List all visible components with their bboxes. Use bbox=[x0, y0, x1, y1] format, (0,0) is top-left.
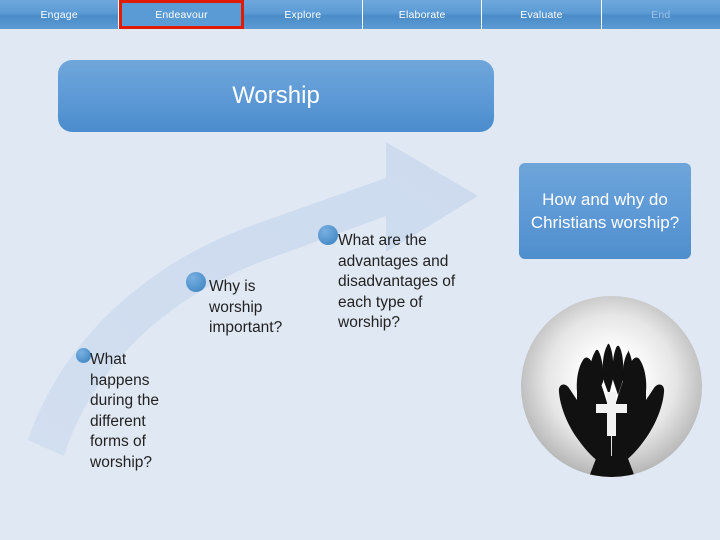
nav-tab-label: End bbox=[651, 8, 671, 21]
question-box-text: How and why do Christians worship? bbox=[530, 190, 680, 232]
praying-hands-image bbox=[521, 296, 702, 477]
bullet-dot bbox=[318, 225, 338, 245]
nav-tab-label: Explore bbox=[284, 8, 322, 21]
nav-tab-label: Engage bbox=[40, 8, 78, 21]
nav-tab-explore[interactable]: Explore bbox=[243, 0, 363, 29]
bullet-dot bbox=[76, 348, 91, 363]
nav-tab-label: Elaborate bbox=[398, 8, 446, 21]
nav-tab-label: Evaluate bbox=[520, 8, 563, 21]
bullet-text-3: What are the advantages and disadvantage… bbox=[338, 232, 456, 331]
navigation-bar: Engage Endeavour Explore Elaborate Evalu… bbox=[0, 0, 720, 29]
bullet-text-1: What happens during the different forms … bbox=[90, 351, 159, 471]
slide-title-banner: Worship bbox=[58, 60, 494, 132]
question-box: How and why do Christians worship? bbox=[519, 163, 691, 259]
nav-tab-engage[interactable]: Engage bbox=[0, 0, 120, 29]
page-title: Worship bbox=[232, 82, 320, 109]
nav-tab-endeavour[interactable]: Endeavour bbox=[119, 0, 244, 29]
bullet-text-2: Why is worship important? bbox=[209, 278, 283, 336]
nav-tab-evaluate[interactable]: Evaluate bbox=[482, 0, 602, 29]
nav-tab-elaborate[interactable]: Elaborate bbox=[362, 0, 483, 29]
nav-tab-end[interactable]: End bbox=[601, 0, 720, 29]
nav-tab-label: Endeavour bbox=[155, 8, 208, 21]
bullet-dot bbox=[186, 272, 206, 292]
